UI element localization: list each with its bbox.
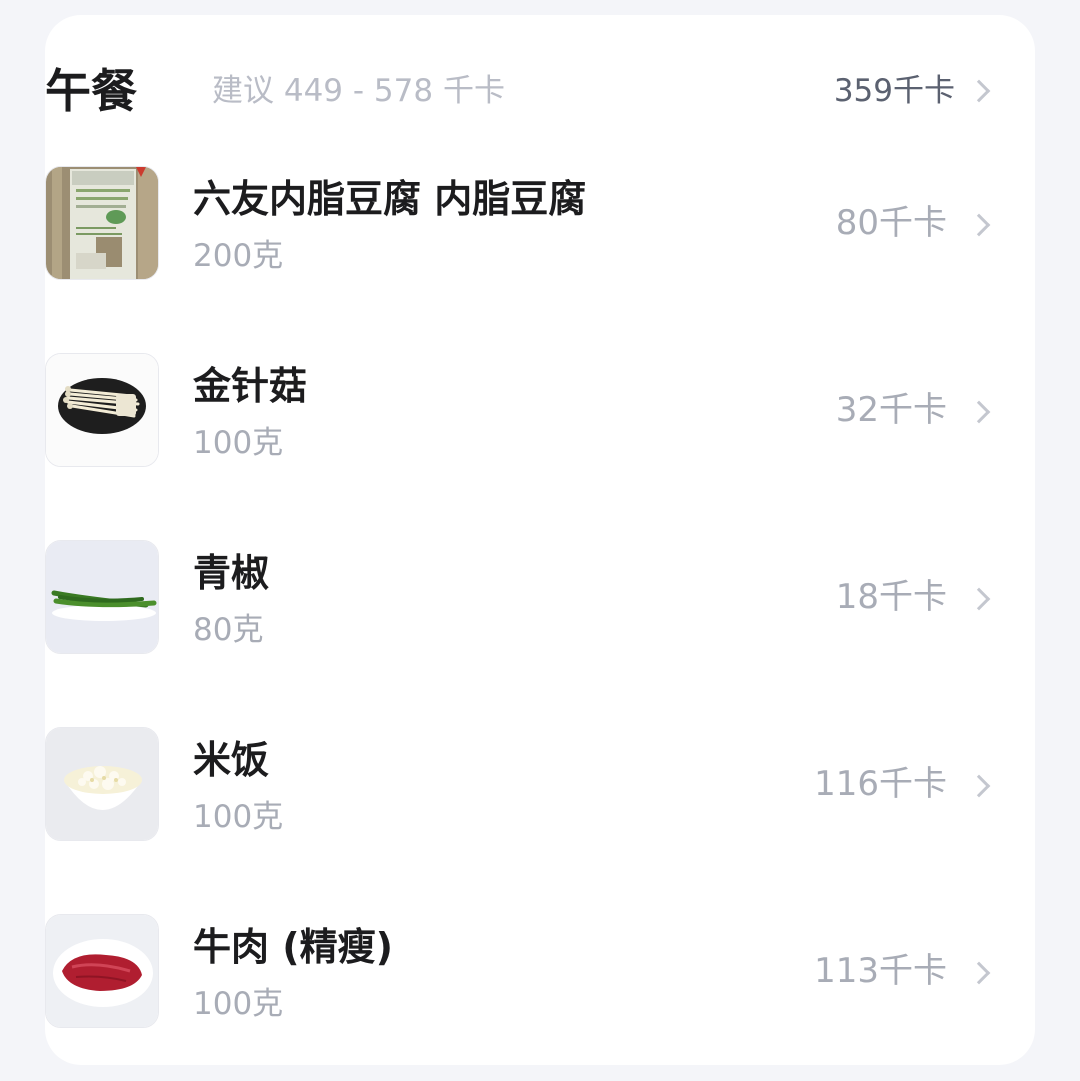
food-name: 六友内脂豆腐 内脂豆腐: [193, 177, 587, 221]
food-kcal: 32千卡: [835, 390, 947, 430]
food-item-enoki[interactable]: 金针菇 100克 32千卡: [45, 353, 991, 469]
tofu-package-photo: [45, 166, 159, 280]
food-kcal: 80千卡: [835, 203, 947, 243]
food-name: 金针菇: [193, 364, 308, 408]
chevron-right-icon: [967, 400, 991, 424]
food-amount: 100克: [193, 986, 284, 1022]
meal-header[interactable]: 午餐 建议 449 - 578 千卡 359千卡: [45, 58, 991, 124]
food-kcal: 18千卡: [835, 577, 947, 617]
food-name: 牛肉 (精瘦): [193, 925, 393, 969]
food-amount: 200克: [193, 238, 284, 274]
food-item-tofu[interactable]: 六友内脂豆腐 内脂豆腐 200克 80千卡: [45, 166, 991, 282]
food-kcal: 116千卡: [814, 764, 947, 804]
meal-suggestion: 建议 449 - 578 千卡: [212, 73, 505, 109]
chevron-right-icon: [967, 213, 991, 237]
food-item-green-pepper[interactable]: 青椒 80克 18千卡: [45, 540, 991, 656]
chevron-right-icon: [967, 961, 991, 985]
food-item-rice[interactable]: 米饭 100克 116千卡: [45, 727, 991, 843]
food-amount: 100克: [193, 799, 284, 835]
meal-title: 午餐: [45, 64, 137, 118]
beef-photo: [45, 914, 159, 1028]
food-name: 米饭: [193, 738, 270, 782]
green-pepper-photo: [45, 540, 159, 654]
chevron-right-icon: [967, 79, 991, 103]
enoki-mushroom-photo: [45, 353, 159, 467]
meal-total-kcal: 359千卡: [833, 73, 955, 109]
food-amount: 80克: [193, 612, 264, 648]
chevron-right-icon: [967, 774, 991, 798]
chevron-right-icon: [967, 587, 991, 611]
rice-bowl-photo: [45, 727, 159, 841]
food-item-beef[interactable]: 牛肉 (精瘦) 100克 113千卡: [45, 914, 991, 1030]
food-amount: 100克: [193, 425, 284, 461]
food-name: 青椒: [193, 551, 270, 595]
food-kcal: 113千卡: [814, 951, 947, 991]
